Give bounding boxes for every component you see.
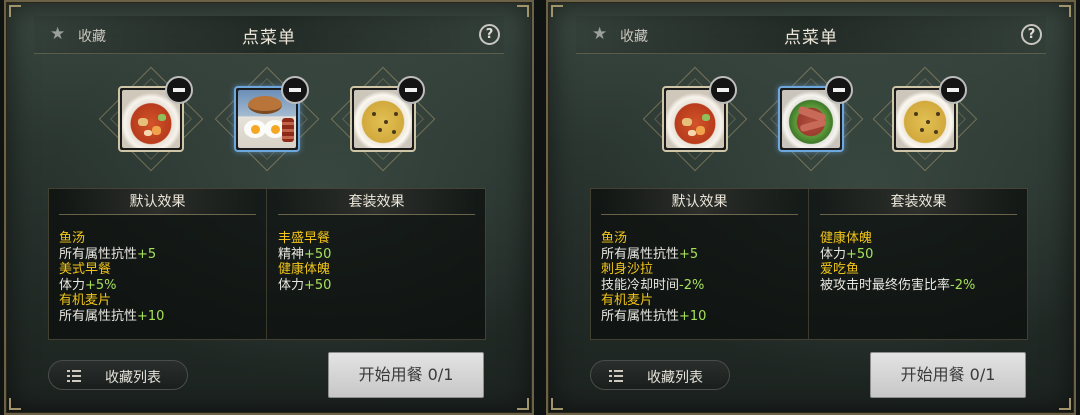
favorite-list-label: 收藏列表 xyxy=(647,370,703,386)
set-effects-list: 丰盛早餐 精神+50 健康体魄 体力+50 xyxy=(278,231,479,293)
help-icon[interactable]: ? xyxy=(1021,24,1042,45)
dish-slot-fish-soup[interactable] xyxy=(96,64,206,174)
list-icon xyxy=(609,370,623,382)
effect-stat-line: 所有属性抗性+10 xyxy=(59,308,165,324)
panel-title: 点菜单 xyxy=(242,28,296,48)
effect-name: 爱吃鱼 xyxy=(820,262,860,277)
default-effects-list: 鱼汤 所有属性抗性+5 美式早餐 体力+5% 有机麦片 所有属性抗性+10 xyxy=(59,231,260,324)
effects-box: 默认效果 鱼汤 所有属性抗性+5 美式早餐 体力+5% 有机麦片 所有属性抗性+… xyxy=(48,188,486,340)
favorite-list-button[interactable]: 收藏列表 xyxy=(590,360,730,390)
corner-ornament xyxy=(551,398,563,410)
corner-ornament xyxy=(1059,398,1071,410)
dish-slot-organic-oats[interactable] xyxy=(328,64,438,174)
corner-ornament xyxy=(517,398,529,410)
favorite-list-label: 收藏列表 xyxy=(105,370,161,386)
effect-name: 健康体魄 xyxy=(820,231,873,246)
set-effects-header: 套装效果 xyxy=(278,189,475,215)
default-effects-column: 默认效果 鱼汤 所有属性抗性+5 美式早餐 体力+5% 有机麦片 所有属性抗性+… xyxy=(49,189,267,339)
corner-ornament xyxy=(517,5,529,17)
dish-slot-fish-soup[interactable] xyxy=(640,64,750,174)
panel-header: ★ 收藏 点菜单 ? xyxy=(34,16,504,54)
favorite-list-button[interactable]: 收藏列表 xyxy=(48,360,188,390)
menu-panel-right: ★ 收藏 点菜单 ? 默认效果 鱼汤 所有属性抗性+5 刺身沙拉 技能冷却时间-… xyxy=(546,0,1076,415)
dish-slot-sashimi-salad[interactable] xyxy=(756,64,866,174)
effect-name: 有机麦片 xyxy=(601,293,654,308)
effect-stat-line: 技能冷却时间-2% xyxy=(601,277,705,293)
remove-dish-button[interactable] xyxy=(825,76,853,104)
corner-ornament xyxy=(9,398,21,410)
effect-stat-line: 所有属性抗性+5 xyxy=(601,246,699,262)
remove-dish-button[interactable] xyxy=(939,76,967,104)
list-icon xyxy=(67,370,81,382)
effect-name: 刺身沙拉 xyxy=(601,262,654,277)
effect-stat-line: 所有属性抗性+5 xyxy=(59,246,157,262)
set-effects-list: 健康体魄 体力+50 爱吃鱼 被攻击时最终伤害比率-2% xyxy=(820,231,1021,293)
panel-header: ★ 收藏 点菜单 ? xyxy=(576,16,1046,54)
corner-ornament xyxy=(1059,5,1071,17)
effect-name: 美式早餐 xyxy=(59,262,112,277)
effect-stat-line: 所有属性抗性+10 xyxy=(601,308,707,324)
set-effects-header: 套装效果 xyxy=(820,189,1017,215)
set-effects-column: 套装效果 丰盛早餐 精神+50 健康体魄 体力+50 xyxy=(268,189,485,339)
start-meal-button[interactable]: 开始用餐 0/1 xyxy=(328,352,484,398)
start-meal-button[interactable]: 开始用餐 0/1 xyxy=(870,352,1026,398)
effect-stat-line: 体力+50 xyxy=(820,246,874,262)
corner-ornament xyxy=(9,5,21,17)
effect-name: 鱼汤 xyxy=(601,231,628,246)
remove-dish-button[interactable] xyxy=(281,76,309,104)
menu-panel-left: ★ 收藏 点菜单 ? 默认效果 鱼汤 所有属性抗性+5 美式早餐 体力+5% 有… xyxy=(4,0,534,415)
effect-name: 丰盛早餐 xyxy=(278,231,331,246)
default-effects-list: 鱼汤 所有属性抗性+5 刺身沙拉 技能冷却时间-2% 有机麦片 所有属性抗性+1… xyxy=(601,231,802,324)
remove-dish-button[interactable] xyxy=(709,76,737,104)
default-effects-header: 默认效果 xyxy=(601,189,798,215)
remove-dish-button[interactable] xyxy=(165,76,193,104)
dish-slot-american-breakfast[interactable] xyxy=(212,64,322,174)
effects-box: 默认效果 鱼汤 所有属性抗性+5 刺身沙拉 技能冷却时间-2% 有机麦片 所有属… xyxy=(590,188,1028,340)
effect-name: 有机麦片 xyxy=(59,293,112,308)
panel-title: 点菜单 xyxy=(784,28,838,48)
help-icon[interactable]: ? xyxy=(479,24,500,45)
set-effects-column: 套装效果 健康体魄 体力+50 爱吃鱼 被攻击时最终伤害比率-2% xyxy=(810,189,1027,339)
effect-stat-line: 体力+50 xyxy=(278,277,332,293)
effect-name: 健康体魄 xyxy=(278,262,331,277)
effect-name: 鱼汤 xyxy=(59,231,86,246)
default-effects-header: 默认效果 xyxy=(59,189,256,215)
dish-slot-organic-oats[interactable] xyxy=(870,64,980,174)
effect-stat-line: 精神+50 xyxy=(278,246,332,262)
default-effects-column: 默认效果 鱼汤 所有属性抗性+5 刺身沙拉 技能冷却时间-2% 有机麦片 所有属… xyxy=(591,189,809,339)
remove-dish-button[interactable] xyxy=(397,76,425,104)
effect-stat-line: 被攻击时最终伤害比率-2% xyxy=(820,277,976,293)
corner-ornament xyxy=(551,5,563,17)
effect-stat-line: 体力+5% xyxy=(59,277,117,293)
